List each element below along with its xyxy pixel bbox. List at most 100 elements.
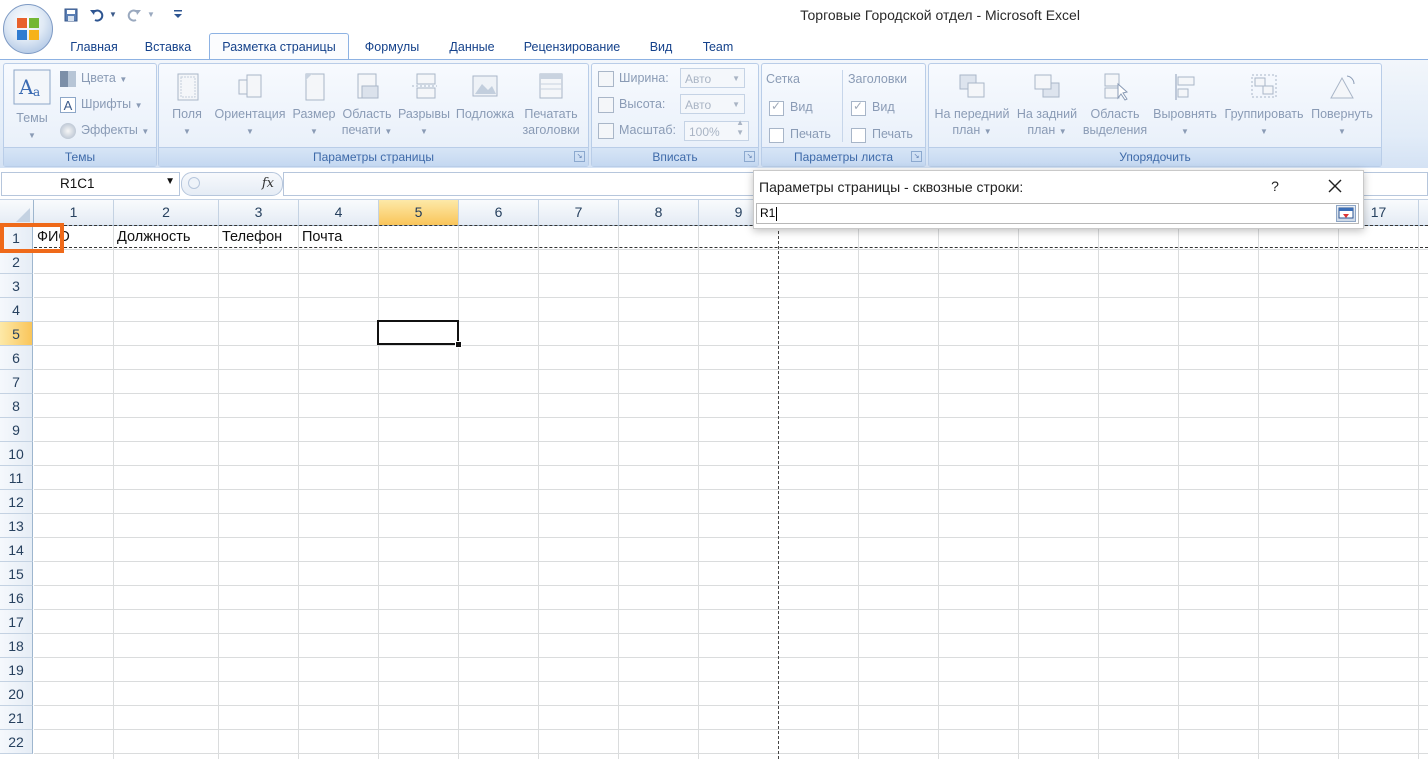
colors-button[interactable]: Цвета ▼ bbox=[60, 67, 127, 89]
fill-handle[interactable] bbox=[455, 341, 462, 348]
row-header[interactable]: 7 bbox=[0, 370, 33, 394]
row-header[interactable]: 15 bbox=[0, 562, 33, 586]
row-header[interactable]: 2 bbox=[0, 250, 33, 274]
tab-formulas[interactable]: Формулы bbox=[358, 37, 426, 60]
ribbon-tabs: Главная Вставка Разметка страницы Формул… bbox=[0, 33, 1428, 61]
undo-dropdown-icon[interactable]: ▼ bbox=[108, 7, 118, 23]
row-header[interactable]: 19 bbox=[0, 658, 33, 682]
save-icon[interactable] bbox=[63, 7, 79, 23]
row-header-selected[interactable]: 5 bbox=[0, 322, 33, 346]
scale-spinner-arrows-icon[interactable]: ▲ ▼ bbox=[736, 118, 744, 138]
headings-print-checkbox[interactable] bbox=[851, 128, 866, 143]
tab-page-layout[interactable]: Разметка страницы bbox=[209, 33, 349, 61]
tab-home[interactable]: Главная bbox=[62, 37, 126, 60]
bring-forward-label-1: На передний bbox=[934, 107, 1010, 121]
bring-forward-icon bbox=[959, 74, 985, 98]
size-icon bbox=[305, 73, 325, 101]
row-header[interactable]: 12 bbox=[0, 490, 33, 514]
help-icon[interactable]: ? bbox=[1269, 178, 1281, 194]
group-label: Группировать bbox=[1224, 107, 1304, 121]
column-header-selected[interactable]: 5 bbox=[379, 200, 459, 225]
select-all-corner[interactable] bbox=[0, 200, 34, 225]
column-header[interactable]: 7 bbox=[539, 200, 619, 225]
column-header[interactable]: 1 bbox=[34, 200, 114, 225]
tab-data[interactable]: Данные bbox=[441, 37, 503, 60]
tab-review[interactable]: Рецензирование bbox=[517, 37, 627, 60]
row-header[interactable]: 9 bbox=[0, 418, 33, 442]
column-header[interactable]: 4 bbox=[299, 200, 379, 225]
redo-icon[interactable] bbox=[126, 7, 142, 23]
gridline bbox=[1098, 226, 1099, 759]
rows-to-repeat-input[interactable]: R1 bbox=[756, 203, 1359, 224]
headings-view-label: Вид bbox=[872, 100, 895, 114]
active-cell[interactable] bbox=[377, 320, 459, 345]
print-titles-button[interactable]: Печатать заголовки bbox=[519, 72, 583, 138]
row-header[interactable]: 3 bbox=[0, 274, 33, 298]
breaks-button[interactable]: Разрывы ▼ bbox=[397, 72, 451, 140]
row-header[interactable]: 14 bbox=[0, 538, 33, 562]
size-button[interactable]: Размер ▼ bbox=[290, 72, 338, 140]
scale-spinner[interactable]: 100% ▲ ▼ bbox=[684, 118, 749, 141]
headings-view-checkbox[interactable] bbox=[851, 99, 866, 116]
row-header[interactable]: 11 bbox=[0, 466, 33, 490]
column-header[interactable]: 6 bbox=[459, 200, 539, 225]
bring-forward-button[interactable]: На передний план ▼ bbox=[931, 72, 1013, 140]
gridlines-print-checkbox[interactable] bbox=[769, 128, 784, 143]
row-header[interactable]: 22 bbox=[0, 730, 33, 754]
tab-insert[interactable]: Вставка bbox=[138, 37, 198, 60]
print-area-button[interactable]: Область печати ▼ bbox=[339, 72, 395, 140]
orientation-button[interactable]: Ориентация ▼ bbox=[213, 72, 287, 140]
group-button[interactable]: Группировать ▼ bbox=[1221, 72, 1307, 140]
row-header[interactable]: 17 bbox=[0, 610, 33, 634]
gridline bbox=[1418, 226, 1419, 759]
customize-qat-icon[interactable] bbox=[172, 7, 184, 23]
send-backward-button[interactable]: На задний план ▼ bbox=[1013, 72, 1081, 140]
row-header[interactable]: 16 bbox=[0, 586, 33, 610]
name-box-dropdown-icon[interactable]: ▼ bbox=[165, 176, 175, 187]
rotate-button[interactable]: Повернуть ▼ bbox=[1307, 72, 1377, 140]
fonts-button[interactable]: A Шрифты ▼ bbox=[60, 93, 143, 115]
gridlines-view-checkbox[interactable] bbox=[769, 99, 784, 116]
sheet-options-launcher-icon[interactable]: ↘ bbox=[911, 151, 922, 162]
effects-button[interactable]: Эффекты ▼ bbox=[60, 119, 149, 141]
column-header[interactable]: 8 bbox=[619, 200, 699, 225]
row-header[interactable]: 20 bbox=[0, 682, 33, 706]
align-button[interactable]: Выровнять ▼ bbox=[1151, 72, 1219, 140]
margins-button[interactable]: Поля ▼ bbox=[165, 72, 209, 140]
redo-dropdown-icon[interactable]: ▼ bbox=[146, 7, 156, 23]
rotate-icon bbox=[1330, 75, 1355, 99]
row-header[interactable]: 10 bbox=[0, 442, 33, 466]
gridline bbox=[618, 226, 619, 759]
width-icon bbox=[598, 70, 614, 87]
print-area-label-2: печати bbox=[341, 123, 381, 137]
insert-function-icon[interactable]: fx bbox=[262, 176, 274, 191]
gridline bbox=[1338, 226, 1339, 759]
name-box[interactable]: R1C1 ▼ bbox=[1, 172, 180, 196]
row-header[interactable]: 21 bbox=[0, 706, 33, 730]
cell-grid[interactable] bbox=[34, 226, 1428, 759]
group-arrange-label: Упорядочить bbox=[929, 147, 1381, 166]
themes-button[interactable]: A a Темы ▼ bbox=[8, 68, 56, 144]
row-header[interactable]: 6 bbox=[0, 346, 33, 370]
height-select[interactable]: Авто ▼ bbox=[680, 94, 745, 114]
orientation-label: Ориентация bbox=[214, 107, 286, 121]
close-icon[interactable] bbox=[1324, 175, 1346, 197]
scale-launcher-icon[interactable]: ↘ bbox=[744, 151, 755, 162]
row-header[interactable]: 13 bbox=[0, 514, 33, 538]
expand-dialog-button[interactable] bbox=[1336, 205, 1356, 222]
background-button[interactable]: Подложка bbox=[453, 72, 517, 122]
height-label: Высота: bbox=[598, 93, 665, 115]
width-select[interactable]: Авто ▼ bbox=[680, 68, 745, 88]
row-header[interactable]: 4 bbox=[0, 298, 33, 322]
row-header[interactable]: 8 bbox=[0, 394, 33, 418]
office-button[interactable] bbox=[3, 4, 53, 54]
formula-bar-handle-icon[interactable] bbox=[188, 177, 200, 189]
undo-icon[interactable] bbox=[89, 7, 105, 23]
tab-view[interactable]: Вид bbox=[641, 37, 681, 60]
tab-team[interactable]: Team bbox=[695, 37, 741, 60]
column-header[interactable]: 3 bbox=[219, 200, 299, 225]
column-header[interactable]: 2 bbox=[114, 200, 219, 225]
page-setup-launcher-icon[interactable]: ↘ bbox=[574, 151, 585, 162]
row-header[interactable]: 18 bbox=[0, 634, 33, 658]
selection-pane-button[interactable]: Область выделения bbox=[1079, 72, 1151, 138]
